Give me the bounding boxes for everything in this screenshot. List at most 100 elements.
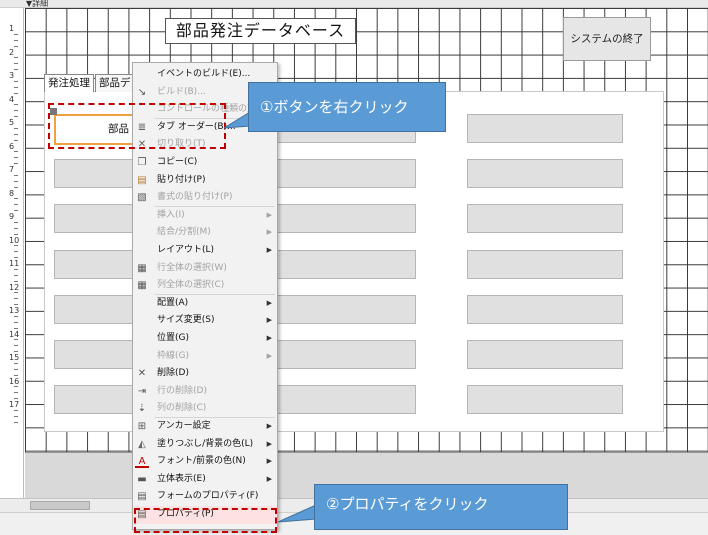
ruler-label: 8 (9, 188, 15, 198)
ruler-tick (14, 257, 18, 259)
ruler-tick (14, 186, 18, 188)
menu-item[interactable]: イベントのビルド(E)... (133, 66, 277, 84)
menu-item-label: 列の削除(C) (157, 403, 207, 414)
ruler-tick (14, 339, 18, 341)
ruler-tick (14, 362, 18, 364)
ruler-tick (14, 368, 18, 370)
ruler-label: 17 (9, 400, 20, 409)
ruler-label: 12 (9, 282, 20, 292)
menu-item[interactable]: 挿入(I) ▶ (133, 207, 277, 225)
ruler-tick (14, 227, 18, 229)
fill-color-icon: ◭ (138, 438, 146, 450)
ruler-label: 14 (9, 329, 20, 339)
ruler-tick (14, 351, 18, 353)
menu-item[interactable]: ❐ コピー(C) (133, 154, 277, 172)
command-button[interactable] (260, 204, 416, 234)
detail-section-header[interactable]: ▼詳細 (0, 0, 708, 8)
command-button[interactable] (260, 294, 416, 324)
ruler-tick (14, 321, 18, 323)
ruler-tick (14, 386, 18, 388)
menu-item-label: 配置(A) (157, 297, 189, 308)
ruler-tick (14, 157, 18, 159)
menu-item[interactable]: ✕ 削除(D) (133, 365, 277, 383)
ruler-tick (14, 116, 18, 118)
ruler-tick (14, 210, 18, 212)
menu-item[interactable]: 位置(G) ▶ (133, 330, 277, 348)
ruler-tick (14, 104, 18, 106)
menu-item[interactable]: ⊞ アンカー設定 ▶ (133, 418, 277, 436)
ruler-label: 5 (9, 118, 15, 127)
ruler-label: 2 (9, 47, 15, 57)
ruler-tick (14, 69, 18, 71)
menu-item[interactable]: レイアウト(L) ▶ (133, 242, 277, 260)
menu-item[interactable]: ◭ 塗りつぶし/背景の色(L) ▶ (133, 436, 277, 454)
command-button[interactable] (467, 204, 623, 234)
ruler-tick (14, 398, 18, 400)
menu-item[interactable]: ▧ 書式の貼り付け(P) (133, 189, 277, 207)
build-icon: ↘ (137, 86, 147, 98)
command-button[interactable] (467, 114, 623, 143)
select-column-icon: ▦ (137, 280, 147, 292)
menu-item[interactable]: A フォント/前景の色(N) ▶ (133, 453, 277, 471)
ruler-tick (14, 280, 18, 282)
menu-item[interactable]: ⇣ 列の削除(C) (133, 400, 277, 418)
ruler-tick (14, 110, 18, 112)
menu-item[interactable]: ▤ フォームのプロパティ(F) (133, 488, 277, 506)
menu-item-label: サイズ変更(S) (157, 315, 215, 326)
menu-item-label: イベントのビルド(E)... (157, 69, 251, 79)
ruler-label: 10 (9, 235, 20, 245)
ruler-tick (14, 392, 18, 394)
vertical-ruler[interactable]: 1 2 3 4 5 6 7 8 9 10 11 12 13 14 15 16 17 (0, 8, 24, 498)
menu-item[interactable]: ▤ 貼り付け(P) (133, 172, 277, 190)
ruler-tick (14, 180, 18, 182)
ruler-tick (14, 221, 18, 223)
command-button[interactable] (467, 385, 623, 415)
menu-item-label: 枠線(G) (157, 350, 189, 361)
submenu-arrow-icon: ▶ (266, 351, 272, 360)
command-button[interactable] (260, 385, 416, 415)
ruler-tick (14, 292, 18, 294)
select-row-icon: ▦ (137, 262, 147, 274)
anchor-icon: ⊞ (137, 421, 147, 432)
callout-right-click-button: ①ボタンを右クリック (248, 82, 446, 132)
ruler-tick (14, 174, 18, 176)
command-button[interactable] (467, 159, 623, 189)
menu-item[interactable]: ▦ 列全体の選択(C) (133, 277, 277, 295)
form-title-label[interactable]: 部品発注データベース (165, 18, 356, 44)
ruler-label: 3 (9, 71, 15, 80)
submenu-arrow-icon: ▶ (266, 439, 272, 448)
ruler-tick (14, 33, 18, 35)
menu-item[interactable]: ⇥ 行の削除(D) (133, 383, 277, 401)
menu-item[interactable]: サイズ変更(S) ▶ (133, 312, 277, 330)
menu-item-label: 挿入(I) (157, 209, 185, 220)
ruler-tick (14, 198, 18, 200)
exit-system-button[interactable]: システムの終了 (563, 17, 651, 61)
font-color-icon: A (135, 455, 149, 469)
menu-item[interactable]: 結合/分割(M) ▶ (133, 224, 277, 242)
ruler-tick (14, 409, 18, 411)
ruler-tick (14, 233, 18, 235)
submenu-arrow-icon: ▶ (266, 422, 272, 430)
menu-item[interactable]: ▬ 立体表示(E) ▶ (133, 471, 277, 489)
command-button[interactable] (260, 249, 416, 279)
scrollbar-thumb[interactable] (30, 501, 90, 510)
highlight-box-selected-button (48, 103, 226, 149)
submenu-arrow-icon: ▶ (266, 457, 272, 466)
command-button[interactable] (467, 340, 623, 369)
ruler-label: 9 (9, 212, 15, 221)
menu-item[interactable]: 配置(A) ▶ (133, 295, 277, 313)
tab-order-processing[interactable]: 発注処理 (44, 74, 94, 92)
command-button[interactable] (467, 249, 623, 279)
ruler-tick (14, 127, 18, 129)
command-button[interactable] (260, 340, 416, 369)
menu-item[interactable]: 枠線(G) ▶ (133, 348, 277, 366)
paste-icon: ▤ (137, 174, 147, 186)
command-button[interactable] (467, 294, 623, 324)
menu-item[interactable]: ▦ 行全体の選択(W) (133, 260, 277, 278)
ruler-label: 7 (9, 165, 15, 174)
tab-parts-data[interactable]: 部品デ (95, 74, 135, 92)
submenu-arrow-icon: ▶ (266, 316, 272, 325)
menu-item-label: 立体表示(E) (157, 473, 206, 484)
ruler-tick (14, 298, 18, 300)
command-button[interactable] (260, 159, 416, 189)
